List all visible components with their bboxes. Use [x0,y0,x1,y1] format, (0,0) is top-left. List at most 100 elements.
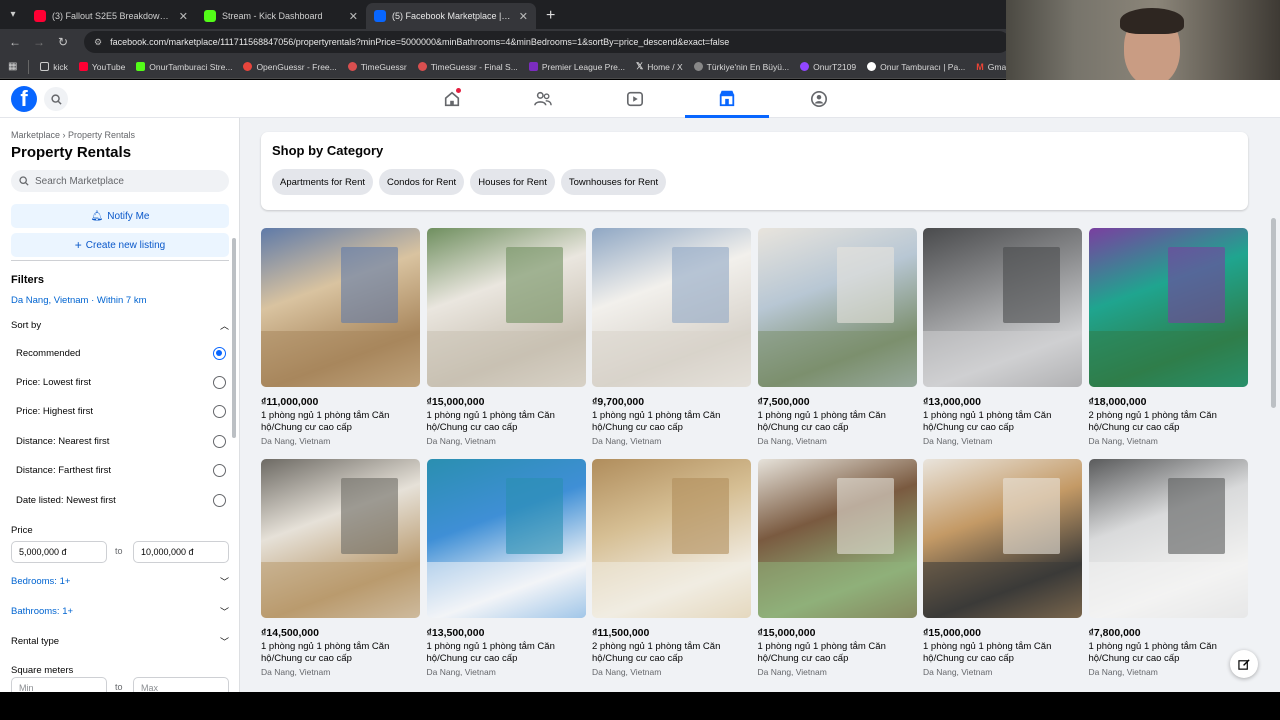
listing-card[interactable]: ₫15,000,000 1 phòng ngủ 1 phòng tắm Căn h… [757,459,917,690]
reload-icon[interactable]: ↻ [54,35,72,49]
nav-marketplace-icon[interactable] [685,80,769,118]
nav-home-icon[interactable] [410,80,494,118]
tab-search-icon[interactable]: ▾ [0,0,26,29]
sort-option[interactable]: Recommended [16,344,226,362]
search-icon[interactable] [44,87,68,111]
photo-detail [261,562,420,618]
browser-tab-active[interactable]: (5) Facebook Marketplace | Fac ✕ [366,3,536,29]
sort-option[interactable]: Price: Lowest first [16,373,226,391]
facebook-favicon-icon [374,10,386,22]
main-scrollbar[interactable] [1271,218,1276,408]
bookmark[interactable]: OnurT2109 [800,62,856,72]
listing-card[interactable]: ₫14,500,000 1 phòng ngủ 1 phòng tắm Căn h… [261,459,420,690]
bookmark[interactable]: TimeGuessr - Final S... [417,62,518,72]
photo-detail [757,331,917,387]
bathrooms-filter[interactable]: Bathrooms: 1+ ﹀ [11,602,229,620]
bookmark[interactable]: kick [40,62,68,72]
listing-card[interactable]: ₫11,500,000 2 phòng ngủ 1 phòng tắm Căn h… [592,459,751,690]
listing-price: ₫15,000,000 [426,396,485,408]
apps-grid-icon[interactable]: ▦ [8,61,17,72]
close-icon[interactable]: ✕ [519,10,528,23]
listing-photo[interactable] [592,459,751,618]
rental-type-filter[interactable]: Rental type ﹀ [11,632,229,650]
nav-groups-icon[interactable] [777,80,861,118]
compose-button[interactable] [1230,650,1258,678]
new-tab-button[interactable]: + [536,3,565,29]
photo-detail [1168,247,1226,324]
bookmark[interactable]: OnurTamburaci Stre... [136,62,232,72]
listing-photo[interactable] [1088,228,1248,387]
listing-photo[interactable] [592,228,751,387]
forward-icon[interactable]: → [30,35,48,49]
sort-option[interactable]: Distance: Nearest first [16,432,226,450]
facebook-logo-icon[interactable]: f [11,86,37,112]
bookmark[interactable]: M Gmail [976,62,1010,72]
notify-me-button[interactable]: 🔔︎ Notify Me [11,204,229,228]
close-icon[interactable]: ✕ [349,10,358,23]
sidebar-scrollbar[interactable] [232,238,236,438]
price-max-input[interactable]: 10,000,000 đ [133,541,229,563]
bookmark[interactable]: Premier League Pre... [528,62,625,72]
bookmark[interactable]: Türkiye'nin En Büyü... [693,62,789,72]
bookmark[interactable]: YouTube [78,62,125,72]
search-input[interactable]: Search Marketplace [11,170,229,192]
listing-photo[interactable] [757,228,917,387]
radio-selected-icon[interactable] [213,346,226,360]
breadcrumb[interactable]: Marketplace › Property Rentals [11,130,135,140]
photo-detail [426,331,586,387]
site-info-icon[interactable]: ⚙ [94,37,102,48]
location-filter[interactable]: Da Nang, Vietnam · Within 7 km [11,295,147,306]
chip-houses[interactable]: Houses for Rent [470,169,555,195]
radio-icon[interactable] [213,405,226,419]
radio-icon[interactable] [213,464,226,478]
listing-photo[interactable] [923,459,1082,618]
listing-photo[interactable] [757,459,917,618]
url-field[interactable]: ⚙ facebook.com/marketplace/1117115688470… [84,31,1010,53]
listing-card[interactable]: ₫7,500,000 1 phòng ngủ 1 phòng tắm Căn hộ… [757,228,917,459]
browser-tab[interactable]: (3) Fallout S2E5 Breakdown of T ✕ [26,3,196,29]
create-listing-button[interactable]: + Create new listing [11,233,229,257]
sqm-min-input[interactable]: Min [11,677,107,692]
bookmark[interactable]: TimeGuessr [347,62,407,72]
listing-card[interactable]: ₫18,000,000 2 phòng ngủ 1 phòng tắm Căn h… [1088,228,1248,459]
listing-photo[interactable] [1088,459,1248,618]
nav-video-icon[interactable] [593,80,677,118]
listing-photo[interactable] [426,459,586,618]
chip-condos[interactable]: Condos for Rent [379,169,465,195]
price-min-input[interactable]: 5,000,000 đ [11,541,107,563]
bookmark[interactable]: OpenGuessr - Free... [243,62,337,72]
photo-detail [671,478,729,555]
sqm-max-input[interactable]: Max [133,677,229,692]
photo-detail [506,478,564,555]
browser-tab[interactable]: Stream - Kick Dashboard ✕ [196,3,366,29]
listing-card[interactable]: ₫15,000,000 1 phòng ngủ 1 phòng tắm Căn h… [923,459,1082,690]
listing-photo[interactable] [426,228,586,387]
listing-card[interactable]: ₫15,000,000 1 phòng ngủ 1 phòng tắm Căn h… [426,228,586,459]
photo-detail [923,562,1082,618]
radio-icon[interactable] [213,375,226,389]
listing-card[interactable]: ₫13,000,000 1 phòng ngủ 1 phòng tắm Căn h… [923,228,1082,459]
back-icon[interactable]: ← [6,35,24,49]
listing-photo[interactable] [261,459,420,618]
listing-card[interactable]: ₫11,000,000 1 phòng ngủ 1 phòng tắm Căn h… [261,228,420,459]
sort-option[interactable]: Distance: Farthest first [16,462,226,480]
sort-by-toggle[interactable]: Sort by ︿ [11,316,229,334]
bookmark[interactable]: Onur Tamburacı | Pa... [867,62,965,72]
listing-photo[interactable] [923,228,1082,387]
sort-option[interactable]: Date listed: Newest first [16,491,226,509]
listing-photo[interactable] [261,228,420,387]
sort-option[interactable]: Price: Highest first [16,403,226,421]
nav-friends-icon[interactable] [501,80,585,118]
radio-icon[interactable] [213,434,226,448]
listing-location: Da Nang, Vietnam [426,667,496,677]
listing-card[interactable]: ₫13,500,000 1 phòng ngủ 1 phòng tắm Căn h… [426,459,586,690]
bedrooms-filter[interactable]: Bedrooms: 1+ ﹀ [11,572,229,590]
chip-apartments[interactable]: Apartments for Rent [272,169,374,195]
listing-card[interactable]: ₫9,700,000 1 phòng ngủ 1 phòng tắm Căn hộ… [592,228,751,459]
listing-card[interactable]: ₫7,800,000 1 phòng ngủ 1 phòng tắm Căn hộ… [1088,459,1248,690]
close-icon[interactable]: ✕ [179,10,188,23]
chip-townhouses[interactable]: Townhouses for Rent [560,169,667,195]
bookmark[interactable]: 𝕏 Home / X [636,61,683,72]
notify-me-label: Notify Me [107,210,150,222]
radio-icon[interactable] [213,493,226,507]
